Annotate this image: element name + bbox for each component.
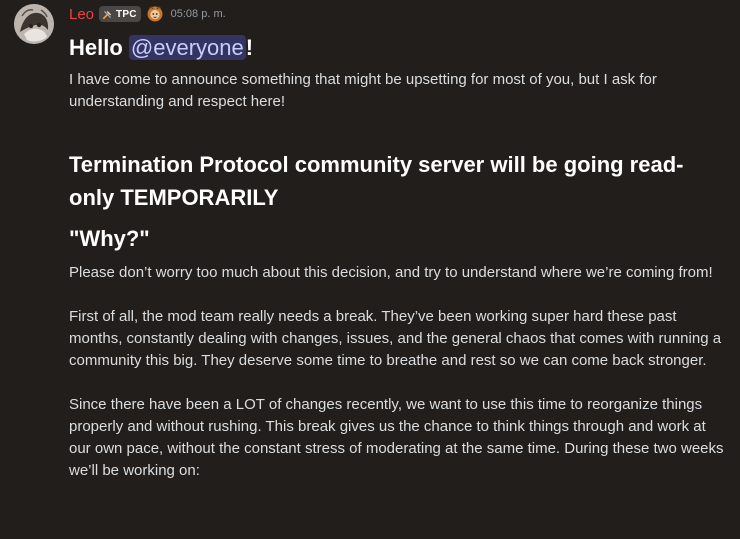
paragraph-reassurance: Please don’t worry too much about this d…: [69, 264, 713, 281]
message-timestamp: 05:08 p. m.: [170, 8, 226, 20]
user-avatar[interactable]: [14, 4, 54, 44]
greeting-text: Hello: [69, 35, 129, 60]
why-heading: "Why?": [69, 226, 150, 251]
intro-paragraph: I have come to announce something that m…: [69, 71, 657, 110]
wrench-hammer-icon: [103, 10, 112, 19]
username[interactable]: Leo: [69, 6, 94, 23]
paragraph-mod-break: First of all, the mod team really needs …: [69, 308, 722, 369]
greeting-heading: Hello @everyone!: [69, 30, 731, 66]
avatar-image: [14, 4, 54, 44]
chat-message: Leo TPC 05:08 p. m. Hello @everyone! I h…: [0, 0, 740, 539]
greeting-suffix: !: [245, 35, 254, 60]
server-tag-label: TPC: [116, 8, 137, 20]
lion-badge-icon[interactable]: [146, 5, 164, 23]
server-tag[interactable]: TPC: [99, 6, 141, 22]
message-content: Hello @everyone! I have come to announce…: [69, 30, 731, 482]
everyone-mention[interactable]: @everyone: [128, 35, 246, 60]
paragraph-reorganize: Since there have been a LOT of changes r…: [69, 396, 724, 479]
announcement-heading: Termination Protocol community server wi…: [69, 152, 684, 210]
message-header: Leo TPC 05:08 p. m.: [69, 4, 226, 24]
